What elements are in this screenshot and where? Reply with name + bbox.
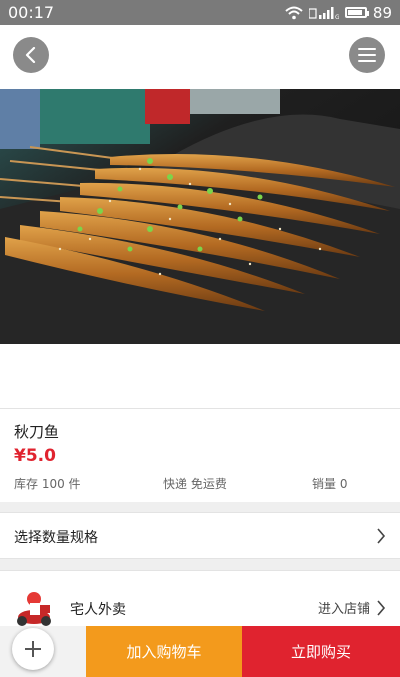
- battery-icon: [344, 7, 369, 18]
- image-spacer: [0, 344, 400, 408]
- enter-shop-label: 进入店铺: [317, 602, 370, 617]
- product-title: 秋刀鱼: [14, 423, 60, 441]
- hamburger-menu-icon: [358, 48, 376, 62]
- shop-logo-icon: [17, 592, 51, 626]
- chevron-right-icon: [377, 599, 386, 616]
- add-to-cart-button[interactable]: 加入购物车: [86, 626, 242, 677]
- buy-now-button[interactable]: 立即购买: [242, 626, 400, 677]
- product-image: [0, 89, 400, 344]
- bottom-action-bar: 加入购物车 立即购买: [0, 626, 400, 677]
- product-shipping: 快递 免运费: [163, 477, 227, 491]
- back-arrow-icon: [25, 47, 36, 63]
- product-price: ¥5.0: [14, 446, 56, 466]
- status-bar: 00:17 G 89: [0, 0, 400, 25]
- select-spec-row[interactable]: 选择数量规格: [0, 512, 400, 559]
- header: [0, 25, 400, 87]
- menu-button[interactable]: [349, 37, 385, 73]
- chevron-right-icon: [377, 528, 386, 544]
- enter-shop-link[interactable]: 进入店铺: [318, 598, 386, 617]
- section-divider: [0, 502, 400, 512]
- svg-text:G: G: [335, 14, 339, 19]
- shop-name: 宅人外卖: [70, 602, 126, 618]
- signal-icon: G: [308, 6, 339, 19]
- product-info: 秋刀鱼 ¥5.0 库存 100 件 快递 免运费 销量 0: [0, 408, 400, 502]
- status-time: 00:17: [8, 3, 55, 22]
- section-divider: [0, 559, 400, 570]
- wifi-icon: [285, 6, 303, 20]
- status-icons: G 89: [285, 4, 392, 22]
- product-sales: 销量 0: [312, 477, 348, 491]
- battery-percent: 89: [372, 3, 392, 22]
- product-stock: 库存 100 件: [14, 477, 81, 491]
- back-button[interactable]: [13, 37, 49, 73]
- shop-row: 宅人外卖 进入店铺: [0, 570, 400, 626]
- plus-icon: [25, 641, 41, 657]
- select-spec-label: 选择数量规格: [14, 530, 98, 546]
- floating-plus-button[interactable]: [12, 628, 54, 670]
